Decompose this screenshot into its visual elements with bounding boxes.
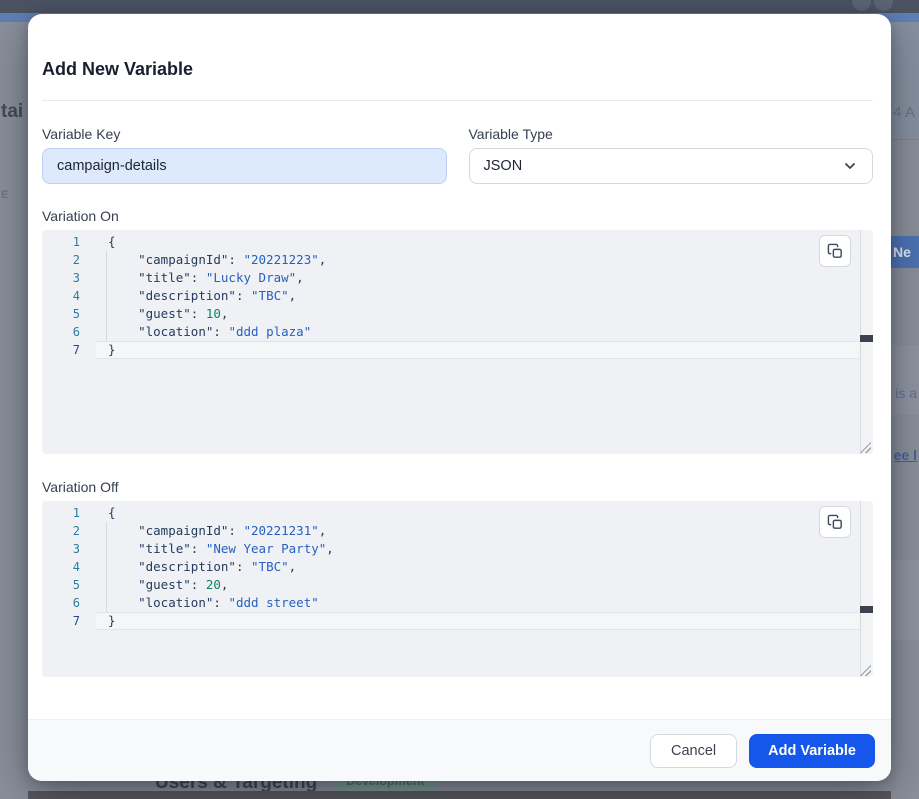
scrollbar-track[interactable] [860,230,873,454]
add-variable-modal: Add New Variable Variable Key Variable T… [28,14,891,781]
variation-off-label: Variation Off [42,479,873,495]
backdrop-navbar [0,0,919,13]
editor-code[interactable]: { "campaignId": "20221223", "title": "Lu… [96,230,859,454]
modal-footer: Cancel Add Variable [28,719,891,781]
screen: tai E 4 A Ne is a ee l Users & Targeting… [0,0,919,799]
editor-code[interactable]: { "campaignId": "20221231", "title": "Ne… [96,501,859,677]
editor-gutter: 1234567 [42,230,96,454]
editor-gutter: 1234567 [42,501,96,677]
variable-key-field: Variable Key [42,126,447,184]
variable-type-field: Variable Type JSON [469,126,874,184]
backdrop-code-strip [28,791,891,799]
cancel-button[interactable]: Cancel [650,734,737,768]
copy-button[interactable] [819,235,851,267]
indent-guide [106,522,107,612]
backdrop-page-heading-fragment: tai [1,101,23,123]
variable-key-input[interactable] [42,148,447,184]
divider [42,100,873,101]
fields-row: Variable Key Variable Type JSON [42,126,873,184]
variation-on-editor[interactable]: 1234567 { "campaignId": "20221223", "tit… [42,230,873,454]
variable-key-label: Variable Key [42,126,447,142]
backdrop-label-fragment: E [1,189,8,201]
modal-title: Add New Variable [42,60,873,79]
navbar-avatar-icon [874,0,893,11]
backdrop-date-fragment: 4 A [893,104,915,121]
scrollbar-thumb[interactable] [860,335,873,342]
variable-type-select[interactable]: JSON [469,148,874,184]
variation-off-editor[interactable]: 1234567 { "campaignId": "20221231", "tit… [42,501,873,677]
variable-type-value: JSON [484,158,523,174]
resize-handle[interactable] [860,665,871,676]
indent-guide [106,251,107,341]
backdrop-link-fragment[interactable]: ee l [894,447,917,463]
resize-handle[interactable] [860,442,871,453]
add-variable-button[interactable]: Add Variable [749,734,875,768]
navbar-avatar-icon [852,0,871,11]
modal-body: Add New Variable Variable Key Variable T… [28,14,891,719]
copy-button[interactable] [819,506,851,538]
variation-on-label: Variation On [42,208,873,224]
scrollbar-track[interactable] [860,501,873,677]
variable-type-label: Variable Type [469,126,874,142]
scrollbar-thumb[interactable] [860,606,873,613]
backdrop-link-fragment[interactable]: is a [895,385,917,401]
chevron-down-icon [842,158,858,174]
